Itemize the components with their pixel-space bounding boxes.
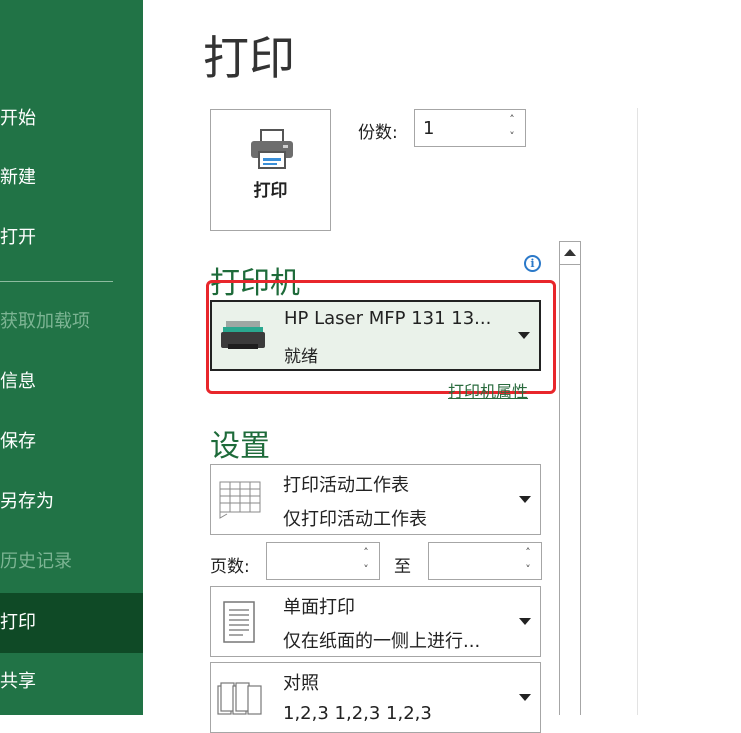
caret-down-icon	[519, 496, 531, 503]
print-what-description: 仅打印活动工作表	[283, 509, 427, 530]
sidebar-item-share[interactable]: 共享	[0, 652, 143, 712]
triangle-up-icon	[564, 249, 576, 256]
caret-down-icon	[519, 618, 531, 625]
sidebar-item-save[interactable]: 保存	[0, 412, 143, 472]
sidebar-item-open[interactable]: 打开	[0, 208, 143, 268]
sidebar-item-history: 历史记录	[0, 551, 72, 572]
chevron-down-icon[interactable]: ˅	[521, 563, 535, 577]
pages-label: 页数:	[210, 557, 250, 577]
copies-stepper[interactable]: 1 ˄ ˅	[414, 109, 526, 147]
sidebar-item-get-addins: 获取加载项	[0, 311, 90, 332]
page-from-stepper[interactable]: ˄ ˅	[266, 542, 380, 580]
sides-select[interactable]: 单面打印 仅在纸面的一侧上进行...	[210, 586, 541, 657]
info-icon[interactable]: i	[524, 255, 541, 272]
caret-down-icon	[519, 694, 531, 701]
printer-properties-link[interactable]: 打印机属性	[448, 378, 528, 402]
chevron-down-icon[interactable]: ˅	[359, 563, 373, 577]
backstage-sidebar: 开始 新建 打开 获取加载项 信息 保存 另存为 历史记录 打印 共享	[0, 0, 143, 715]
collate-description: 1,2,3 1,2,3 1,2,3	[283, 703, 432, 724]
sidebar-item-save-as[interactable]: 另存为	[0, 472, 143, 532]
print-button[interactable]: 打印	[210, 109, 331, 231]
print-what-select[interactable]: 打印活动工作表 仅打印活动工作表	[210, 464, 541, 535]
scrollbar-up-button[interactable]	[559, 241, 581, 265]
sidebar-divider	[0, 281, 113, 282]
single-sided-page-icon	[223, 601, 255, 643]
pages-to-label: 至	[394, 557, 411, 577]
sidebar-item-home[interactable]: 开始	[0, 89, 143, 149]
chevron-down-icon[interactable]: ˅	[505, 130, 519, 144]
sidebar-item-print[interactable]: 打印	[0, 593, 143, 653]
page-to-stepper[interactable]: ˄ ˅	[428, 542, 542, 580]
sidebar-item-info[interactable]: 信息	[0, 352, 143, 412]
scrollbar-track[interactable]	[559, 265, 581, 715]
copies-label: 份数:	[358, 123, 398, 143]
page-title: 打印	[203, 31, 295, 85]
worksheet-grid-icon	[219, 481, 261, 519]
sides-description: 仅在纸面的一侧上进行...	[283, 631, 481, 652]
preview-divider	[637, 108, 638, 715]
highlight-annotation	[206, 280, 556, 394]
chevron-up-icon[interactable]: ˄	[359, 546, 373, 560]
settings-section-title: 设置	[210, 429, 270, 464]
print-button-label: 打印	[253, 181, 288, 201]
collate-select[interactable]: 对照 1,2,3 1,2,3 1,2,3	[210, 662, 541, 733]
collate-pages-icon	[217, 682, 262, 715]
collate-label: 对照	[283, 673, 319, 694]
sidebar-item-new[interactable]: 新建	[0, 148, 143, 208]
sides-label: 单面打印	[283, 597, 355, 618]
print-what-label: 打印活动工作表	[283, 475, 409, 496]
chevron-up-icon[interactable]: ˄	[521, 546, 535, 560]
copies-value[interactable]: 1	[423, 118, 434, 139]
chevron-up-icon[interactable]: ˄	[505, 113, 519, 127]
printer-icon	[251, 129, 293, 169]
